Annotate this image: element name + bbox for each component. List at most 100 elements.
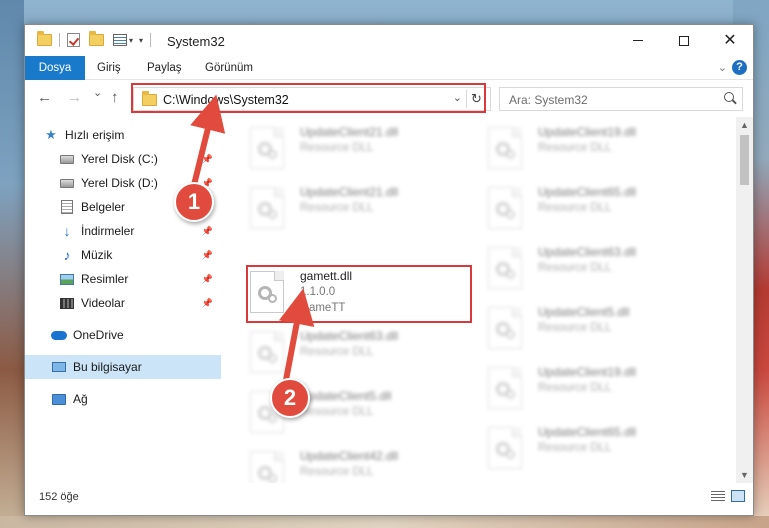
- scroll-up-icon[interactable]: ▲: [736, 117, 753, 133]
- sidebar-item-onedrive[interactable]: OneDrive: [25, 323, 221, 347]
- file-name: UpdateClient21.dll: [300, 185, 399, 199]
- dll-file-icon: [488, 247, 522, 289]
- desktop-background-bottom: [0, 516, 769, 528]
- pictures-icon: [59, 272, 75, 286]
- address-highlight-box: [131, 83, 486, 113]
- scrollbar-thumb[interactable]: [740, 135, 749, 185]
- dll-file-icon: [488, 187, 522, 229]
- file-item[interactable]: UpdateClient65.dll Resource DLL: [488, 183, 718, 239]
- vertical-scrollbar[interactable]: ▲ ▼: [736, 117, 753, 483]
- dll-file-icon: [250, 187, 284, 229]
- sidebar-item-label: Bu bilgisayar: [73, 360, 142, 374]
- callout-step-1: 1: [174, 182, 214, 222]
- sidebar-item-music[interactable]: ♪ Müzik 📌: [25, 243, 221, 267]
- customize-toolbar-icon[interactable]: ▾: [139, 36, 143, 45]
- file-explorer-window: ▾ ▾ System32 ✕ Dosya Giriş Paylaş Görünü…: [24, 24, 754, 516]
- documents-icon: [59, 200, 75, 214]
- pin-icon[interactable]: 📌: [202, 298, 213, 309]
- star-icon: ★: [45, 127, 57, 142]
- sidebar-item-downloads[interactable]: ↓ İndirmeler 📌: [25, 219, 221, 243]
- file-item[interactable]: UpdateClient21.dll Resource DLL: [250, 123, 480, 179]
- sidebar-item-network[interactable]: Ağ: [25, 387, 221, 411]
- recent-locations-button[interactable]: ⌄: [93, 86, 102, 99]
- search-input[interactable]: Ara: System32: [509, 93, 588, 107]
- up-button[interactable]: ↑: [111, 89, 119, 106]
- dll-file-icon: [488, 367, 522, 409]
- sidebar-item-local-disk-c[interactable]: Yerel Disk (C:) 📌: [25, 147, 221, 171]
- tab-file[interactable]: Dosya: [25, 56, 85, 80]
- file-description: Resource DLL: [300, 202, 374, 214]
- desktop-background-left: [0, 0, 24, 528]
- file-item[interactable]: UpdateClient21.dll Resource DLL: [250, 183, 480, 239]
- file-description: Resource DLL: [538, 262, 612, 274]
- file-name: UpdateClient63.dll: [538, 245, 637, 259]
- tab-share[interactable]: Paylaş: [147, 56, 182, 80]
- properties-icon[interactable]: [113, 34, 127, 46]
- back-button[interactable]: ←: [37, 89, 52, 106]
- file-name: UpdateClient19.dll: [538, 365, 637, 379]
- file-item[interactable]: UpdateClient42.dll Resource DLL: [250, 447, 480, 483]
- minimize-icon: [633, 40, 643, 41]
- window-title: System32: [167, 34, 225, 49]
- file-list: UpdateClient21.dll Resource DLL UpdateCl…: [222, 117, 738, 483]
- pin-icon[interactable]: 📌: [202, 226, 213, 237]
- close-button[interactable]: ✕: [707, 25, 753, 56]
- file-item[interactable]: UpdateClient19.dll Resource DLL: [488, 363, 718, 419]
- scroll-down-icon[interactable]: ▼: [736, 467, 753, 483]
- pin-icon[interactable]: 📌: [202, 274, 213, 285]
- properties-check-icon[interactable]: [67, 33, 80, 47]
- maximize-icon: [679, 35, 689, 46]
- sidebar-item-label: Yerel Disk (C:): [81, 152, 158, 166]
- ribbon-tabs: Dosya Giriş Paylaş Görünüm ⌄ ?: [25, 56, 753, 80]
- file-description: Resource DLL: [300, 406, 374, 418]
- pin-icon[interactable]: 📌: [202, 154, 213, 165]
- tab-view[interactable]: Görünüm: [205, 56, 253, 80]
- pin-icon[interactable]: 📌: [202, 250, 213, 261]
- status-bar: 152 öğe: [25, 483, 753, 515]
- download-icon: ↓: [63, 223, 71, 239]
- file-item[interactable]: UpdateClient5.dll Resource DLL: [488, 303, 718, 359]
- sidebar-item-label: İndirmeler: [81, 224, 135, 238]
- file-item[interactable]: UpdateClient63.dll Resource DLL: [250, 327, 480, 383]
- details-view-icon[interactable]: [711, 491, 725, 502]
- large-icons-view-icon[interactable]: [731, 490, 745, 502]
- sidebar-item-label: Videolar: [81, 296, 125, 310]
- sidebar-item-videos[interactable]: Videolar 📌: [25, 291, 221, 315]
- new-folder-icon[interactable]: [89, 31, 104, 46]
- sidebar-item-pictures[interactable]: Resimler 📌: [25, 267, 221, 291]
- help-icon[interactable]: ?: [732, 60, 747, 75]
- file-name: UpdateClient42.dll: [300, 449, 399, 463]
- file-description: Resource DLL: [538, 382, 612, 394]
- navigation-pane: ★ Hızlı erişim Yerel Disk (C:) 📌 Yerel D…: [25, 117, 221, 483]
- sidebar-item-label: Belgeler: [81, 200, 126, 214]
- dll-file-icon: [250, 127, 284, 169]
- item-count: 152 öğe: [39, 491, 79, 503]
- title-bar: ▾ ▾ System32 ✕: [25, 25, 753, 56]
- file-description: Resource DLL: [538, 202, 612, 214]
- sidebar-item-label: Hızlı erişim: [65, 128, 125, 142]
- callout-step-2: 2: [270, 378, 310, 418]
- music-icon: ♪: [63, 247, 71, 263]
- forward-button[interactable]: →: [67, 89, 82, 106]
- search-box[interactable]: Ara: System32: [499, 87, 743, 111]
- file-item[interactable]: UpdateClient19.dll Resource DLL: [488, 123, 718, 179]
- sidebar-item-this-pc[interactable]: Bu bilgisayar: [25, 355, 221, 379]
- navigation-bar: ← → ⌄ ↑ C:\Windows\System32 ⌄ ↻ Ara: Sys…: [25, 81, 753, 115]
- file-item[interactable]: UpdateClient63.dll Resource DLL: [488, 243, 718, 299]
- file-description: Resource DLL: [538, 322, 612, 334]
- maximize-button[interactable]: [661, 25, 707, 56]
- chevron-down-icon[interactable]: ▾: [129, 36, 133, 45]
- folder-icon: [37, 31, 52, 46]
- sidebar-item-quick-access[interactable]: ★ Hızlı erişim: [25, 123, 221, 147]
- file-highlight-box: [246, 265, 472, 323]
- search-icon[interactable]: [724, 92, 734, 102]
- close-icon: ✕: [723, 31, 737, 49]
- minimize-button[interactable]: [615, 25, 661, 56]
- dll-file-icon: [250, 331, 284, 373]
- toolbar-separator: [150, 33, 152, 47]
- tab-home[interactable]: Giriş: [97, 56, 121, 80]
- file-item[interactable]: UpdateClient65.dll Resource DLL: [488, 423, 718, 479]
- dll-file-icon: [488, 427, 522, 469]
- expand-ribbon-icon[interactable]: ⌄: [718, 61, 727, 74]
- sidebar-item-label: Yerel Disk (D:): [81, 176, 158, 190]
